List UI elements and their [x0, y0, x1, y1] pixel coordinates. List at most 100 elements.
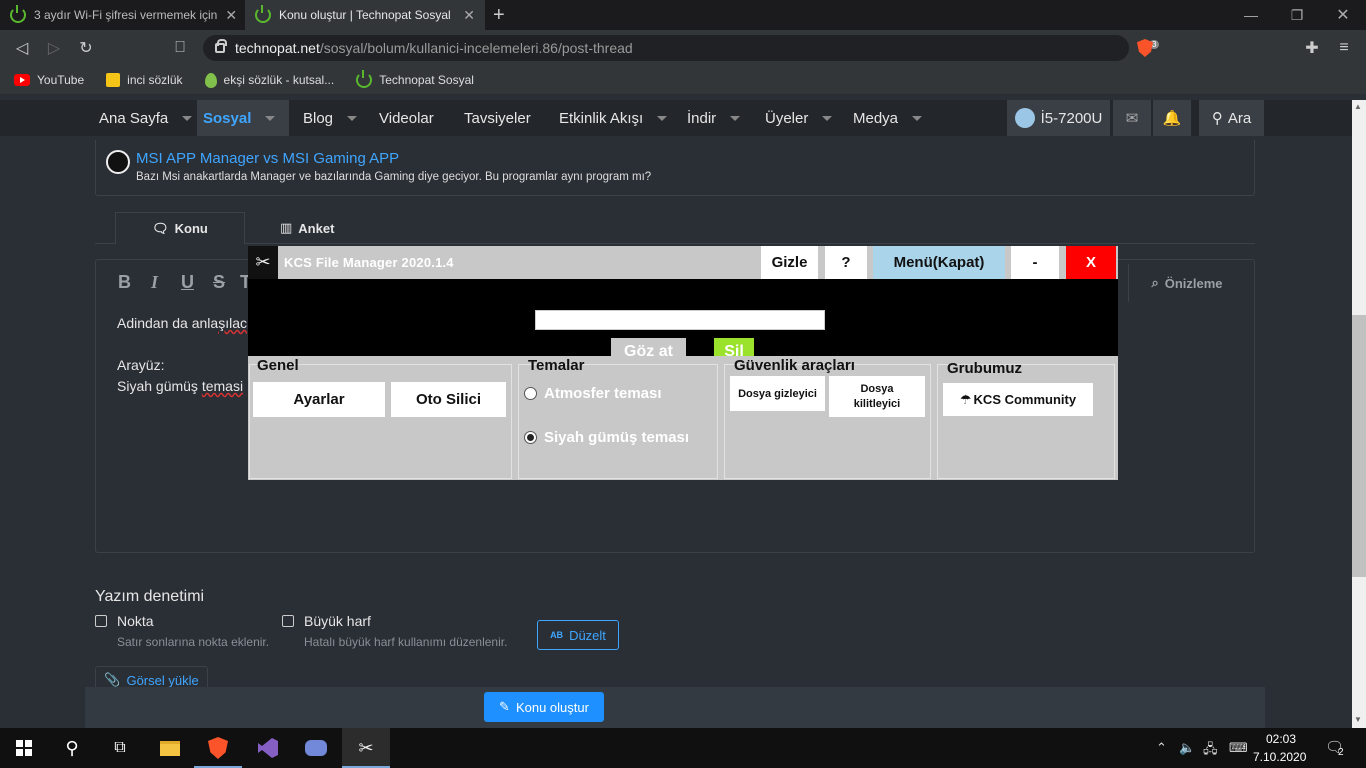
bookmark-youtube[interactable]: YouTube: [14, 73, 84, 87]
bookmark-eksi-sozluk[interactable]: ekşi sözlük - kutsal...: [204, 72, 334, 88]
browser-tab-konu-olustur[interactable]: Konu oluştur | Technopat Sosyal ✕: [245, 0, 485, 30]
reload-icon[interactable]: ↻: [76, 38, 96, 58]
kcs-file-hider-button[interactable]: Dosya gizleyici: [730, 376, 825, 411]
restore-window-icon[interactable]: ❐: [1274, 0, 1320, 30]
new-tab-icon[interactable]: +: [493, 4, 505, 27]
volume-icon[interactable]: 🔈: [1179, 740, 1195, 756]
tab-title: Konu oluştur | Technopat Sosyal: [279, 8, 451, 22]
search-icon[interactable]: ⚲: [48, 728, 96, 768]
bookmark-label: inci sözlük: [127, 73, 183, 87]
search-icon: ⚲: [1211, 110, 1223, 127]
start-button[interactable]: [0, 728, 48, 768]
tab-konu[interactable]: 🗨 Konu: [115, 212, 245, 244]
chevron-down-icon[interactable]: [182, 115, 193, 121]
chevron-down-icon[interactable]: [912, 115, 923, 121]
kcs-group-title: Genel: [257, 357, 299, 374]
url-path: /sosyal/bolum/kullanici-incelemeleri.86/…: [319, 40, 633, 56]
mushroom-icon: ☂: [959, 391, 972, 407]
chevron-down-icon[interactable]: [657, 115, 668, 121]
underline-button[interactable]: U: [181, 272, 194, 293]
show-hidden-icons-icon[interactable]: ⌃: [1156, 740, 1167, 756]
buyuk-harf-label: Büyük harf: [304, 613, 371, 629]
kcs-browse-button[interactable]: Göz at: [611, 338, 686, 356]
italic-button[interactable]: I: [151, 272, 158, 293]
nokta-checkbox[interactable]: [95, 615, 107, 627]
nav-sosyal[interactable]: Sosyal: [197, 100, 289, 136]
atmosfer-theme-radio[interactable]: [524, 387, 537, 400]
scroll-down-icon[interactable]: ▼: [1354, 715, 1362, 724]
network-icon[interactable]: 🖧: [1203, 740, 1218, 762]
visual-studio-icon[interactable]: [244, 728, 292, 768]
duzelt-button[interactable]: AB Düzelt: [537, 620, 619, 650]
forward-icon[interactable]: ▷: [44, 38, 64, 58]
create-thread-button[interactable]: ✎ Konu oluştur: [484, 692, 604, 722]
inbox-envelope-icon[interactable]: ✉: [1113, 100, 1151, 136]
brave-shields-button[interactable]: 3: [1137, 39, 1160, 57]
kcs-oto-silici-button[interactable]: Oto Silici: [391, 382, 506, 417]
nav-medya[interactable]: Medya: [847, 100, 928, 136]
similar-thread-link[interactable]: MSI APP Manager vs MSI Gaming APP: [136, 150, 399, 167]
nav-videolar[interactable]: Videolar: [373, 100, 440, 136]
spellcheck-icon: AB: [550, 630, 564, 640]
discord-icon[interactable]: [292, 728, 340, 768]
extensions-puzzle-icon[interactable]: ✚: [1302, 38, 1322, 58]
kcs-minimize-button[interactable]: -: [1011, 246, 1059, 279]
kcs-file-locker-button[interactable]: Dosya kilitleyici: [829, 376, 925, 417]
nav-tavsiyeler[interactable]: Tavsiyeler: [458, 100, 537, 136]
chevron-down-icon[interactable]: [265, 115, 276, 121]
close-icon[interactable]: ✕: [463, 7, 475, 24]
chevron-down-icon[interactable]: [822, 115, 833, 121]
user-menu[interactable]: İ5-7200U: [1007, 100, 1110, 136]
scroll-up-icon[interactable]: ▲: [1354, 102, 1362, 111]
brave-browser-icon[interactable]: [194, 728, 242, 768]
search-button[interactable]: ⚲ Ara: [1199, 100, 1264, 136]
nav-label: Blog: [303, 109, 334, 127]
clock-time[interactable]: 02:03: [1266, 732, 1296, 746]
close-window-icon[interactable]: ✕: [1320, 0, 1366, 30]
strikethrough-button[interactable]: S: [213, 272, 225, 293]
minimize-window-icon[interactable]: —: [1228, 0, 1274, 30]
nav-label: Üyeler: [765, 109, 809, 127]
similar-thread-description: Bazı Msi anakartlarda Manager ve bazılar…: [136, 171, 652, 183]
kcs-delete-button[interactable]: Sil: [714, 338, 754, 356]
kcs-hide-button[interactable]: Gizle: [761, 246, 818, 279]
bookmark-icon[interactable]: ⎕: [170, 38, 190, 58]
clock-date[interactable]: 7.10.2020: [1253, 750, 1306, 764]
kcs-community-button[interactable]: ☂ KCS Community: [943, 383, 1093, 416]
siyah-gumus-theme-radio[interactable]: [524, 431, 537, 444]
back-icon[interactable]: ◁: [12, 38, 32, 58]
bookmark-technopat-sosyal[interactable]: Technopat Sosyal: [356, 70, 474, 88]
menu-hamburger-icon[interactable]: ≡: [1334, 38, 1354, 58]
chevron-down-icon[interactable]: [347, 115, 358, 121]
spellcheck-title: Yazım denetimi: [95, 588, 205, 605]
language-keyboard-icon[interactable]: ⌨: [1229, 740, 1248, 756]
kcs-file-path-input[interactable]: [535, 310, 825, 330]
file-explorer-icon[interactable]: [146, 728, 194, 768]
nav-ana-sayfa[interactable]: Ana Sayfa: [93, 100, 198, 136]
tab-anket[interactable]: ▥ Anket: [268, 212, 346, 244]
notifications-bell-icon[interactable]: 🔔: [1153, 100, 1191, 136]
kcs-menu-close-button[interactable]: Menü(Kapat): [873, 246, 1005, 279]
nav-blog[interactable]: Blog: [297, 100, 363, 136]
chevron-down-icon[interactable]: [730, 115, 741, 121]
nav-indir[interactable]: İndir: [681, 100, 746, 136]
scrollbar-thumb[interactable]: [1352, 315, 1366, 577]
kcs-ayarlar-button[interactable]: Ayarlar: [253, 382, 385, 417]
kcs-community-label: KCS Community: [973, 392, 1077, 407]
nav-uyeler[interactable]: Üyeler: [759, 100, 838, 136]
task-view-icon[interactable]: ⧉: [96, 728, 144, 768]
technopat-favicon-icon: [255, 5, 271, 23]
kcs-taskbar-icon[interactable]: ✂: [342, 728, 390, 768]
close-icon[interactable]: ✕: [225, 7, 237, 24]
browser-tab-wifi[interactable]: 3 aydır Wi-Fi şifresi vermemek için ✕: [0, 0, 245, 30]
bold-button[interactable]: B: [118, 272, 131, 293]
bookmark-inci-sozluk[interactable]: inci sözlük: [106, 73, 183, 87]
kcs-close-button[interactable]: X: [1066, 246, 1116, 279]
technopat-favicon-icon: [356, 70, 373, 88]
nav-etkinlik-akisi[interactable]: Etkinlik Akışı: [553, 100, 673, 136]
kcs-help-button[interactable]: ?: [825, 246, 867, 279]
buyuk-harf-checkbox[interactable]: [282, 615, 294, 627]
preview-button[interactable]: ⌕ Önizleme: [1128, 264, 1245, 302]
text-color-button[interactable]: T: [240, 272, 248, 293]
address-bar[interactable]: technopat.net/sosyal/bolum/kullanici-inc…: [203, 35, 1129, 61]
